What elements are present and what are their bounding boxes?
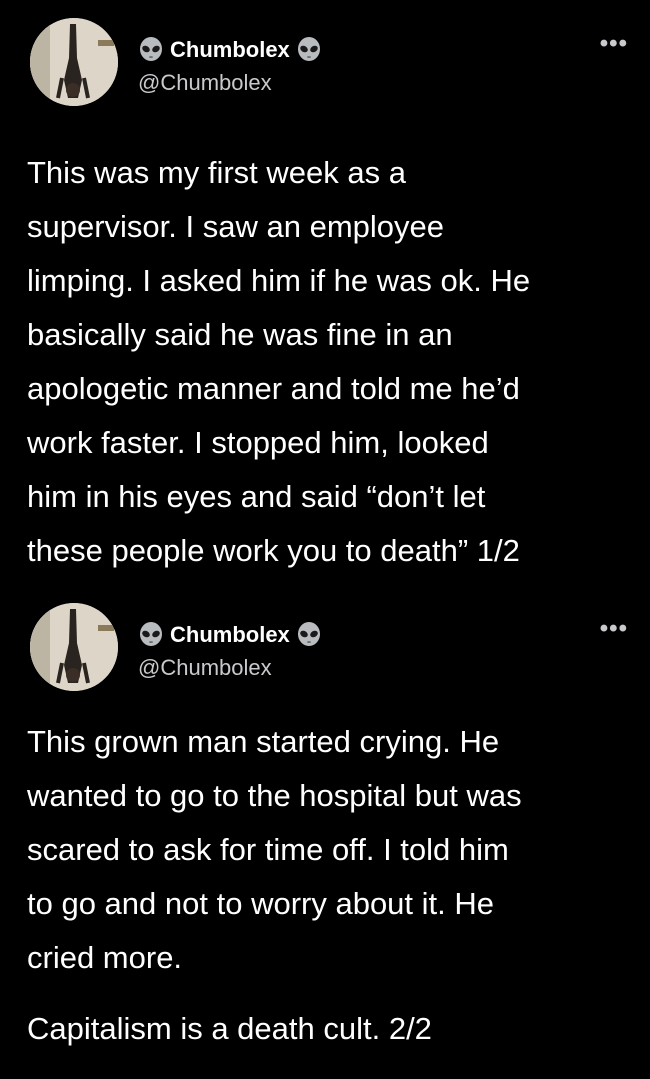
tweet-line: This was my first week as a xyxy=(27,155,406,190)
tweet-line: wanted to go to the hospital but was xyxy=(27,778,522,813)
alien-emoji-icon xyxy=(140,37,162,61)
tweet-line: these people work you to death” 1/2 xyxy=(27,533,520,568)
tweet-line: to go and not to worry about it. He xyxy=(27,886,494,921)
more-options-icon[interactable]: ••• xyxy=(600,617,628,641)
avatar[interactable] xyxy=(30,603,118,691)
handle[interactable]: @Chumbolex xyxy=(138,70,272,96)
profile-photo-icon xyxy=(30,603,118,691)
name-row: Chumbolex xyxy=(138,621,322,649)
handle[interactable]: @Chumbolex xyxy=(138,655,272,681)
tweet-line: work faster. I stopped him, looked xyxy=(27,425,489,460)
display-name[interactable]: Chumbolex xyxy=(170,622,290,648)
tweet-line: scared to ask for time off. I told him xyxy=(27,832,509,867)
tweet-text: This grown man started crying. He wanted… xyxy=(27,715,627,985)
tweet-line: supervisor. I saw an employee xyxy=(27,209,444,244)
more-options-icon[interactable]: ••• xyxy=(600,32,628,56)
avatar[interactable] xyxy=(30,18,118,106)
tweet-line: him in his eyes and said “don’t let xyxy=(27,479,486,514)
tweet-1[interactable]: Chumbolex @Chumbolex ••• This was my fir… xyxy=(0,0,650,585)
tweet-line: limping. I asked him if he was ok. He xyxy=(27,263,531,298)
tweet-line: apologetic manner and told me he’d xyxy=(27,371,520,406)
alien-emoji-icon xyxy=(140,622,162,646)
display-name[interactable]: Chumbolex xyxy=(170,37,290,63)
tweet-closing-line: Capitalism is a death cult. 2/2 xyxy=(27,1011,432,1046)
name-row: Chumbolex xyxy=(138,36,322,64)
alien-emoji-icon xyxy=(297,37,320,61)
tweet-text: This was my first week as a supervisor. … xyxy=(27,146,627,578)
tweet-line: This grown man started crying. He xyxy=(27,724,500,759)
tweet-2[interactable]: Chumbolex @Chumbolex ••• This grown man … xyxy=(0,585,650,1079)
tweet-line: cried more. xyxy=(27,940,183,975)
tweet-line: basically said he was fine in an xyxy=(27,317,453,352)
profile-photo-icon xyxy=(30,18,118,106)
alien-emoji-icon xyxy=(297,622,320,646)
